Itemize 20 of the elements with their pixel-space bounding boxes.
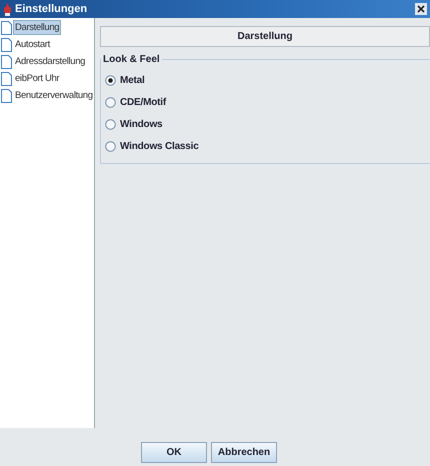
radio-label: CDE/Motif xyxy=(120,96,166,108)
app-icon xyxy=(3,2,12,16)
radio-button[interactable] xyxy=(105,140,116,152)
tree-item[interactable]: eibPort Uhr xyxy=(14,72,60,85)
radio-label: Windows xyxy=(120,118,162,130)
close-icon[interactable] xyxy=(415,3,427,15)
radio-button[interactable] xyxy=(105,118,116,130)
tree-item[interactable]: Autostart xyxy=(14,38,51,51)
ok-button[interactable]: OK xyxy=(141,442,207,463)
cancel-button[interactable]: Abbrechen xyxy=(211,442,277,463)
tree-item[interactable]: Benutzerverwaltung xyxy=(14,89,94,102)
radio-label: Windows Classic xyxy=(120,140,199,152)
window-title: Einstellungen xyxy=(15,3,88,15)
tree-item[interactable]: Darstellung xyxy=(14,21,60,34)
radio-label: Metal xyxy=(120,74,145,86)
tree-item[interactable]: Adressdarstellung xyxy=(14,55,86,68)
group-title: Look & Feel xyxy=(102,54,161,65)
radio-button[interactable] xyxy=(105,96,116,108)
radio-button[interactable] xyxy=(105,74,116,86)
panel-header: Darstellung xyxy=(100,26,430,47)
